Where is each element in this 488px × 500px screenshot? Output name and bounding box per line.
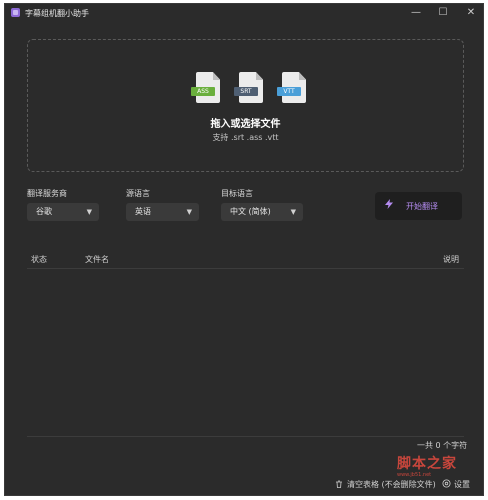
lightning-icon [385, 199, 393, 212]
settings-label: 设置 [454, 480, 470, 489]
service-select[interactable]: 谷歌 ▼ [27, 203, 99, 221]
target-language-select[interactable]: 中文 (简体) ▼ [221, 203, 303, 221]
title-bar[interactable]: 字幕组机翻小助手 — ☐ ✕ [5, 4, 483, 22]
app-logo-icon [11, 8, 20, 17]
ass-file-tag: ASS [191, 87, 215, 96]
start-translate-button[interactable]: 开始翻译 [375, 192, 462, 220]
app-window: 字幕组机翻小助手 — ☐ ✕ ASS SRT VTT 拖入或选择文件 支持 .s… [4, 3, 484, 496]
service-select-value: 谷歌 [36, 207, 52, 216]
chevron-down-icon: ▼ [186, 208, 192, 216]
column-header-filename[interactable]: 文件名 [85, 254, 109, 265]
start-translate-label: 开始翻译 [406, 202, 438, 211]
watermark-logo: 脚本之家 www.jb51.net [397, 453, 457, 478]
srt-file-icon: SRT [234, 72, 263, 103]
file-drop-zone[interactable]: ASS SRT VTT 拖入或选择文件 支持 .srt .ass .vtt [27, 39, 464, 172]
source-language-label: 源语言 [126, 189, 150, 198]
vtt-file-tag: VTT [277, 87, 301, 96]
target-language-label: 目标语言 [221, 189, 253, 198]
footer-divider [27, 436, 464, 437]
gear-icon [442, 479, 451, 488]
column-header-note[interactable]: 说明 [443, 254, 459, 265]
target-language-value: 中文 (简体) [230, 207, 271, 216]
source-language-value: 英语 [135, 207, 151, 216]
maximize-button[interactable]: ☐ [433, 6, 453, 20]
chevron-down-icon: ▼ [290, 208, 296, 216]
drop-zone-subtitle: 支持 .srt .ass .vtt [212, 133, 279, 142]
clear-table-label: 清空表格 (不会删除文件) [347, 480, 436, 489]
source-language-select[interactable]: 英语 ▼ [126, 203, 199, 221]
trash-icon [335, 480, 343, 488]
window-title: 字幕组机翻小助手 [25, 9, 89, 18]
service-label: 翻译服务商 [27, 189, 67, 198]
clear-table-button[interactable]: 清空表格 (不会删除文件) [335, 479, 436, 490]
drop-zone-title: 拖入或选择文件 [210, 119, 281, 130]
ass-file-icon: ASS [191, 72, 220, 103]
watermark-main: 脚本之家 [397, 456, 457, 472]
table-header-divider [27, 268, 464, 269]
character-count: 一共 0 个字符 [417, 441, 468, 450]
column-header-status[interactable]: 状态 [31, 254, 47, 265]
close-button[interactable]: ✕ [461, 6, 481, 20]
settings-button[interactable]: 设置 [442, 479, 470, 490]
minimize-button[interactable]: — [406, 6, 426, 20]
chevron-down-icon: ▼ [86, 208, 92, 216]
srt-file-tag: SRT [234, 87, 258, 96]
vtt-file-icon: VTT [277, 72, 306, 103]
